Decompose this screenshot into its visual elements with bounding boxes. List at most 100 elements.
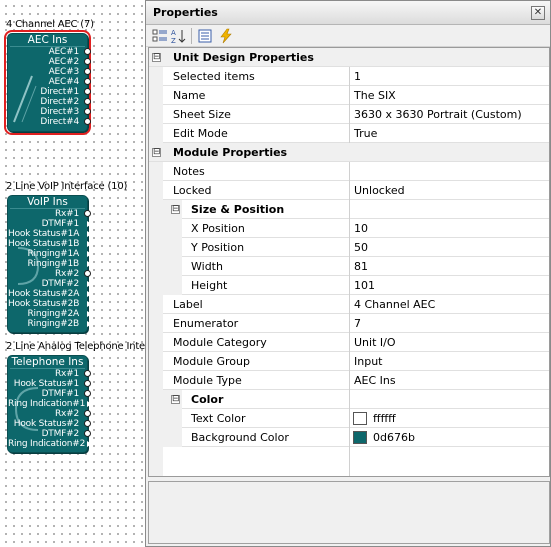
property-value[interactable]: 7: [354, 317, 361, 330]
telephone-ins-module[interactable]: Telephone Ins Rx#1 Hook Status#1 DTMF#1 …: [7, 355, 92, 453]
output-pin[interactable]: Hook Status#2: [8, 419, 91, 429]
categorized-button[interactable]: [152, 28, 168, 44]
property-value[interactable]: 81: [354, 260, 368, 273]
output-pin[interactable]: Ringing#1B: [8, 259, 92, 269]
pin-arrow-icon[interactable]: [87, 261, 92, 267]
output-pin[interactable]: Ringing#2B: [8, 319, 92, 329]
pin-node-icon[interactable]: [84, 370, 91, 377]
output-pin[interactable]: DTMF#2: [8, 429, 91, 439]
property-value[interactable]: Unit I/O: [354, 336, 396, 349]
output-pin[interactable]: Hook Status#1: [8, 379, 91, 389]
color-swatch[interactable]: [353, 431, 367, 444]
property-value[interactable]: True: [354, 127, 377, 140]
property-value[interactable]: 50: [354, 241, 368, 254]
aec-ins-module[interactable]: AEC Ins AEC#1 AEC#2 AEC#3 AEC#4 Direct#1…: [4, 30, 91, 135]
property-row-x-position[interactable]: X Position 10: [149, 219, 549, 238]
category-color[interactable]: ⊟ Color: [149, 390, 549, 409]
property-row-module-group[interactable]: Module Group Input: [149, 352, 549, 371]
category-module[interactable]: ⊟ Module Properties: [149, 143, 549, 162]
output-pin[interactable]: Hook Status#2B: [8, 299, 92, 309]
property-value[interactable]: AEC Ins: [354, 374, 396, 387]
property-row-module-type[interactable]: Module Type AEC Ins: [149, 371, 549, 390]
pin-node-icon[interactable]: [84, 410, 91, 417]
category-unit-design[interactable]: ⊟ Unit Design Properties: [149, 48, 549, 67]
output-pin[interactable]: Hook Status#1A: [8, 229, 92, 239]
property-row-notes[interactable]: Notes: [149, 162, 549, 181]
pin-arrow-icon[interactable]: [87, 301, 92, 307]
pin-arrow-icon[interactable]: [87, 241, 92, 247]
property-value[interactable]: 101: [354, 279, 375, 292]
pin-node-icon[interactable]: [84, 118, 91, 125]
pin-node-icon[interactable]: [84, 58, 91, 65]
property-row-locked[interactable]: Locked Unlocked: [149, 181, 549, 200]
pin-node-icon[interactable]: [84, 98, 91, 105]
property-row-text-color[interactable]: Text Color ffffff: [149, 409, 549, 428]
property-row-width[interactable]: Width 81: [149, 257, 549, 276]
output-pin[interactable]: AEC#2: [8, 57, 91, 67]
output-pin[interactable]: Direct#1: [8, 87, 91, 97]
property-value[interactable]: 4 Channel AEC: [354, 298, 435, 311]
pin-arrow-icon[interactable]: [87, 311, 92, 317]
output-pin[interactable]: DTMF#2: [8, 279, 92, 289]
pin-arrow-icon[interactable]: [87, 321, 92, 327]
pin-arrow-icon[interactable]: [87, 221, 92, 227]
property-row-y-position[interactable]: Y Position 50: [149, 238, 549, 257]
property-value[interactable]: 0d676b: [373, 431, 415, 444]
pin-node-icon[interactable]: [84, 380, 91, 387]
collapse-icon[interactable]: ⊟: [171, 205, 180, 214]
pin-arrow-icon[interactable]: [87, 281, 92, 287]
color-swatch[interactable]: [353, 412, 367, 425]
property-row-enumerator[interactable]: Enumerator 7: [149, 314, 549, 333]
pin-node-icon[interactable]: [84, 108, 91, 115]
pin-arrow-icon[interactable]: [87, 231, 92, 237]
property-row-name[interactable]: Name The SIX: [149, 86, 549, 105]
output-pin[interactable]: DTMF#1: [8, 219, 92, 229]
pin-node-icon[interactable]: [84, 270, 91, 277]
pin-node-icon[interactable]: [84, 88, 91, 95]
properties-title-bar[interactable]: Properties ✕: [146, 1, 550, 25]
property-value[interactable]: Input: [354, 355, 382, 368]
property-value[interactable]: 1: [354, 70, 361, 83]
pin-node-icon[interactable]: [84, 430, 91, 437]
pin-node-icon[interactable]: [84, 78, 91, 85]
output-pin[interactable]: Ring Indication#2: [8, 439, 92, 449]
output-pin[interactable]: Hook Status#2A: [8, 289, 92, 299]
output-pin[interactable]: Ringing#2A: [8, 309, 92, 319]
output-pin[interactable]: Rx#1: [8, 369, 91, 379]
close-button[interactable]: ✕: [531, 6, 545, 20]
output-pin[interactable]: AEC#3: [8, 67, 91, 77]
output-pin[interactable]: Rx#1: [8, 209, 91, 219]
output-pin[interactable]: Rx#2: [8, 409, 91, 419]
property-row-background-color[interactable]: Background Color 0d676b: [149, 428, 549, 447]
output-pin[interactable]: Direct#2: [8, 97, 91, 107]
collapse-icon[interactable]: ⊟: [171, 395, 180, 404]
output-pin[interactable]: Ring Indication#1: [8, 399, 92, 409]
collapse-icon[interactable]: ⊟: [152, 53, 161, 62]
voip-ins-module[interactable]: VoIP Ins Rx#1 DTMF#1 Hook Status#1A Hook…: [7, 195, 92, 333]
output-pin[interactable]: DTMF#1: [8, 389, 91, 399]
pin-node-icon[interactable]: [84, 68, 91, 75]
alphabetical-button[interactable]: A Z: [171, 28, 187, 45]
property-pages-button[interactable]: [197, 28, 213, 44]
output-pin[interactable]: Rx#2: [8, 269, 91, 279]
pin-node-icon[interactable]: [84, 48, 91, 55]
pin-arrow-icon[interactable]: [87, 291, 92, 297]
output-pin[interactable]: Ringing#1A: [8, 249, 92, 259]
output-pin[interactable]: AEC#4: [8, 77, 91, 87]
pin-arrow-icon[interactable]: [87, 251, 92, 257]
property-value[interactable]: 3630 x 3630 Portrait (Custom): [354, 108, 522, 121]
events-button[interactable]: [218, 28, 234, 44]
pin-node-icon[interactable]: [84, 420, 91, 427]
property-value[interactable]: ffffff: [373, 412, 396, 425]
property-value[interactable]: 10: [354, 222, 368, 235]
property-value[interactable]: The SIX: [354, 89, 396, 102]
output-pin[interactable]: AEC#1: [8, 47, 91, 57]
output-pin[interactable]: Hook Status#1B: [8, 239, 92, 249]
pin-node-icon[interactable]: [84, 390, 91, 397]
property-value[interactable]: Unlocked: [354, 184, 405, 197]
property-row-selected-items[interactable]: Selected items 1: [149, 67, 549, 86]
pin-arrow-icon[interactable]: [87, 401, 92, 407]
output-pin[interactable]: Direct#4: [8, 117, 91, 127]
property-row-sheet-size[interactable]: Sheet Size 3630 x 3630 Portrait (Custom): [149, 105, 549, 124]
collapse-icon[interactable]: ⊟: [152, 148, 161, 157]
